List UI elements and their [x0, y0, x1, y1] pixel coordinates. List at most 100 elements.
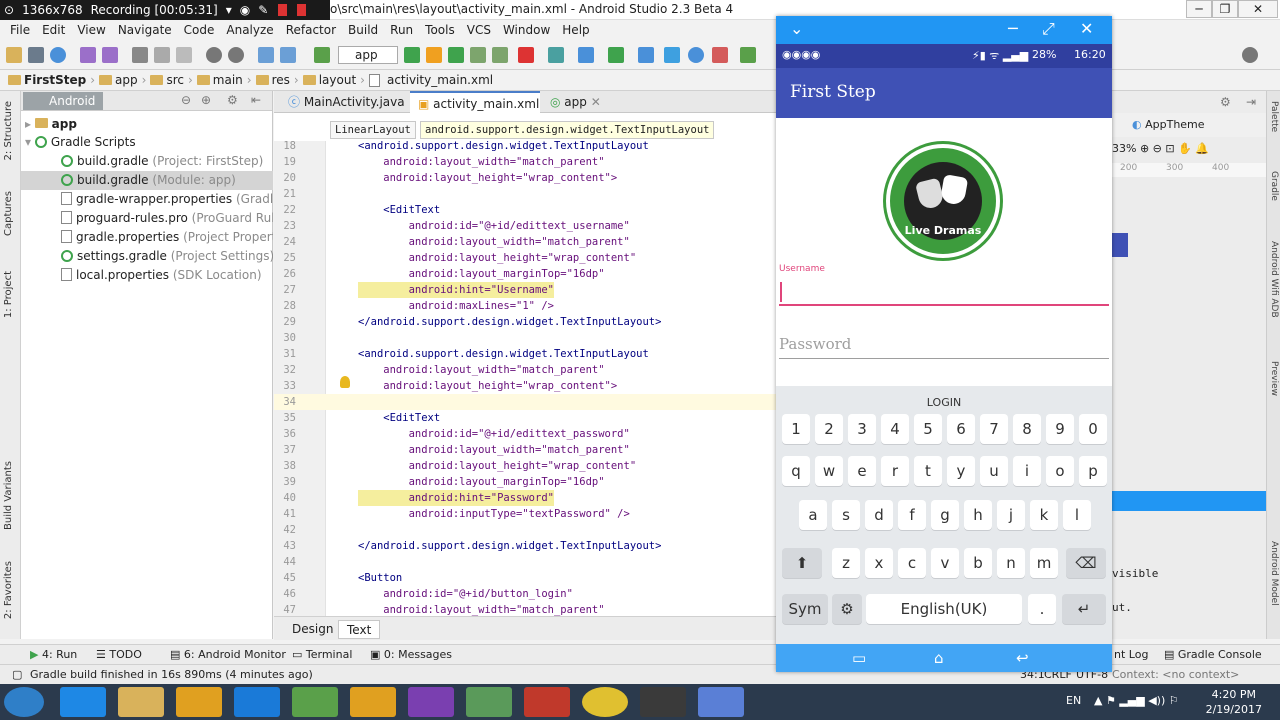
code-line[interactable]: 34	[274, 394, 776, 410]
maximize-button[interactable]: ❐	[1212, 0, 1238, 18]
key[interactable]: 2	[815, 414, 843, 444]
menu-build[interactable]: Build	[342, 23, 384, 37]
scroll-from-source-icon[interactable]: ⊕	[201, 93, 211, 107]
tool-preview[interactable]: Preview	[1269, 361, 1279, 396]
minimize-button[interactable]: ─	[1186, 0, 1212, 18]
key[interactable]: h	[964, 500, 992, 530]
code-line[interactable]: 22 <EditText	[274, 202, 776, 218]
key[interactable]: w	[815, 456, 843, 486]
pause-icon[interactable]	[278, 4, 288, 16]
menu-refactor[interactable]: Refactor	[280, 23, 342, 37]
code-line[interactable]: 44	[274, 554, 776, 570]
key[interactable]: e	[848, 456, 876, 486]
sdk-manager-icon[interactable]	[608, 47, 624, 63]
code-line[interactable]: 42	[274, 522, 776, 538]
key[interactable]: k	[1030, 500, 1058, 530]
tool-project[interactable]: 1: Project	[3, 271, 14, 318]
tab-app[interactable]: ◎ app ✕	[542, 91, 612, 113]
theme-select[interactable]: ◐ AppTheme	[1112, 113, 1266, 137]
lightbulb-icon[interactable]	[340, 376, 350, 388]
key[interactable]: t	[914, 456, 942, 486]
camera-icon[interactable]: ◉	[240, 3, 250, 17]
fit-icon[interactable]: ⊡	[1165, 142, 1174, 155]
internet-explorer-icon[interactable]	[60, 687, 106, 717]
avd-manager-icon[interactable]	[578, 47, 594, 63]
menu-view[interactable]: View	[71, 23, 111, 37]
enter-key[interactable]: ↵	[1062, 594, 1106, 624]
key[interactable]: u	[980, 456, 1008, 486]
tool-todo[interactable]: ☰ TODO	[96, 648, 142, 661]
username-field[interactable]	[779, 304, 1109, 306]
code-line[interactable]: 41 android:inputType="textPassword" />	[274, 506, 776, 522]
forward-icon[interactable]	[280, 47, 296, 63]
sym-key[interactable]: Sym	[782, 594, 828, 624]
teamviewer-icon[interactable]	[234, 687, 280, 717]
period-key[interactable]: .	[1028, 594, 1056, 624]
project-view-select[interactable]: Android	[23, 92, 103, 110]
breadcrumb-main[interactable]: main	[196, 73, 243, 87]
key[interactable]: r	[881, 456, 909, 486]
key[interactable]: 7	[980, 414, 1008, 444]
sync-icon[interactable]	[50, 47, 66, 63]
back-icon[interactable]	[258, 47, 274, 63]
close-icon[interactable]: ✕	[1080, 19, 1093, 38]
code-line[interactable]: 32 android:layout_width="match_parent"	[274, 362, 776, 378]
language-indicator[interactable]: EN	[1066, 694, 1081, 707]
pen-icon[interactable]: ✎	[258, 3, 268, 17]
code-line[interactable]: 40 android:hint="Password"	[274, 490, 776, 506]
tool-captures[interactable]: Captures	[3, 191, 14, 236]
breadcrumb-project[interactable]: FirstStep	[8, 73, 86, 87]
tool-build-variants[interactable]: Build Variants	[3, 461, 14, 530]
menu-edit[interactable]: Edit	[36, 23, 71, 37]
key[interactable]: s	[832, 500, 860, 530]
menu-code[interactable]: Code	[178, 23, 221, 37]
key[interactable]: z	[832, 548, 860, 578]
home-icon[interactable]: ⌂	[934, 649, 944, 667]
visual-studio-icon[interactable]	[408, 687, 454, 717]
menu-file[interactable]: File	[4, 23, 36, 37]
code-line[interactable]: 35 <EditText	[274, 410, 776, 426]
menu-analyze[interactable]: Analyze	[220, 23, 279, 37]
redo-icon[interactable]	[102, 47, 118, 63]
tree-item-build-gradle-module[interactable]: build.gradle (Module: app)	[21, 171, 273, 190]
code-line[interactable]: 37 android:layout_width="match_parent"	[274, 442, 776, 458]
menu-run[interactable]: Run	[384, 23, 419, 37]
tool-terminal[interactable]: ▭ Terminal	[292, 648, 352, 661]
close-button[interactable]: ✕	[1238, 0, 1278, 18]
profile-icon[interactable]	[470, 47, 486, 63]
code-line[interactable]: 20 android:layout_height="wrap_content">	[274, 170, 776, 186]
tree-item-local-properties[interactable]: local.properties (SDK Location)	[21, 266, 273, 285]
structure-icon[interactable]	[638, 47, 654, 63]
hide-panel-icon[interactable]: ⇥	[1246, 95, 1256, 109]
code-line[interactable]: 46 android:id="@+id/button_login"	[274, 586, 776, 602]
code-line[interactable]: 19 android:layout_width="match_parent"	[274, 154, 776, 170]
plugin-icon[interactable]	[712, 47, 728, 63]
tool-gradle[interactable]: Gradle	[1269, 171, 1279, 201]
back-icon[interactable]: ↩	[1016, 649, 1029, 667]
key[interactable]: 4	[881, 414, 909, 444]
key[interactable]: n	[997, 548, 1025, 578]
fullscreen-icon[interactable]: ⤢	[1042, 19, 1055, 39]
recents-icon[interactable]: ▭	[852, 649, 866, 667]
code-line[interactable]: 26 android:layout_marginTop="16dp"	[274, 266, 776, 282]
menu-navigate[interactable]: Navigate	[112, 23, 178, 37]
code-line[interactable]: 29 </android.support.design.widget.TextIn…	[274, 314, 776, 330]
key[interactable]: b	[964, 548, 992, 578]
tool-structure[interactable]: 2: Structure	[3, 101, 14, 160]
pan-icon[interactable]: ✋	[1178, 142, 1192, 155]
breadcrumb-src[interactable]: src	[150, 73, 184, 87]
key[interactable]: 9	[1046, 414, 1074, 444]
key[interactable]: f	[898, 500, 926, 530]
key[interactable]: 1	[782, 414, 810, 444]
key[interactable]: l	[1063, 500, 1091, 530]
key[interactable]: j	[997, 500, 1025, 530]
code-line[interactable]: 45 <Button	[274, 570, 776, 586]
system-clock[interactable]: 4:20 PM 2/19/2017	[1206, 687, 1262, 717]
key[interactable]: d	[865, 500, 893, 530]
help-icon[interactable]	[688, 47, 704, 63]
tool-favorites[interactable]: 2: Favorites	[3, 561, 14, 619]
code-line[interactable]: 43 </android.support.design.widget.TextIn…	[274, 538, 776, 554]
zoom-out-icon[interactable]: ⊖	[1153, 142, 1162, 155]
key[interactable]: 3	[848, 414, 876, 444]
zoom-in-icon[interactable]: ⊕	[1140, 142, 1149, 155]
